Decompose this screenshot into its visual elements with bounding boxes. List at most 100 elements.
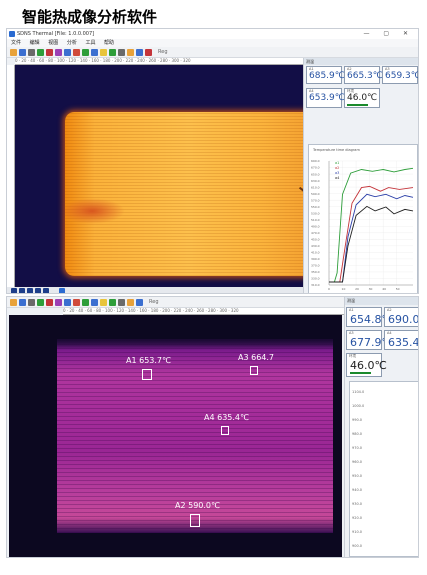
x-tick-label: 50: [396, 287, 400, 291]
play-icon[interactable]: [28, 298, 35, 306]
stop-icon[interactable]: [46, 298, 53, 306]
record-icon[interactable]: [37, 48, 44, 56]
measurement-panel: 测温 A1 654.8℃ A2 690.0℃ A3 677.9℃ A4 635.…: [344, 297, 419, 557]
reading-a3[interactable]: A3 677.9℃: [346, 330, 394, 350]
reg-label: Reg: [149, 299, 159, 305]
marker-a3[interactable]: [250, 366, 258, 375]
x-tick-label: 40: [382, 287, 386, 291]
y-tick-label: 530.0: [311, 211, 320, 215]
y-tick-label: 570.0: [311, 198, 320, 202]
settings-icon[interactable]: [118, 298, 125, 306]
prev-frame-icon[interactable]: [19, 288, 25, 293]
camera-icon[interactable]: [136, 48, 143, 56]
marker-a2[interactable]: [190, 514, 200, 527]
open-icon[interactable]: [10, 48, 17, 56]
point-tool-icon[interactable]: [64, 298, 71, 306]
settings-icon[interactable]: [118, 48, 125, 56]
export-icon[interactable]: [109, 48, 116, 56]
line-tool-icon[interactable]: [82, 48, 89, 56]
y-tick-label: 450.0: [311, 238, 320, 242]
reading-a1[interactable]: A1 654.8℃: [346, 307, 394, 327]
thermal-image-view[interactable]: [15, 65, 303, 287]
first-frame-icon[interactable]: [11, 288, 17, 293]
warm-spot: [65, 198, 125, 224]
area-tool-icon[interactable]: [73, 48, 80, 56]
axis-tick-label: 940.0: [352, 488, 363, 492]
menu-file[interactable]: 文件: [11, 40, 21, 46]
report-icon[interactable]: [100, 48, 107, 56]
reading-a3[interactable]: A3 659.3℃: [382, 66, 418, 84]
panel-header: 测温: [304, 58, 418, 65]
open-icon[interactable]: [10, 298, 17, 306]
point-tool-icon[interactable]: [64, 48, 71, 56]
marker-a4[interactable]: [221, 426, 229, 435]
menu-help[interactable]: 帮助: [104, 40, 114, 46]
x-tick-label: 30: [369, 287, 373, 291]
chart-icon[interactable]: [91, 48, 98, 56]
horizontal-ruler: 0 · 20 · 40 · 60 · 80 · 100 · 120 · 140 …: [63, 308, 344, 315]
reading-value: 635.4℃: [388, 336, 419, 349]
series-line-a2: [329, 185, 414, 283]
chart-svg: Temperature time diagram 690.0 670.0 650.0 6…: [311, 148, 414, 291]
loop-icon[interactable]: [59, 288, 65, 293]
reading-a2[interactable]: A2 690.0℃: [384, 307, 419, 327]
menu-analysis[interactable]: 分析: [67, 40, 77, 46]
reading-ambient[interactable]: 环境 46.0℃: [344, 88, 380, 108]
chart-icon[interactable]: [91, 298, 98, 306]
reading-ambient[interactable]: 环境 46.0℃: [346, 353, 387, 377]
zoom-icon[interactable]: [127, 48, 134, 56]
reading-a4[interactable]: A4 635.4℃: [384, 330, 419, 350]
reading-value: 665.3℃: [347, 71, 383, 81]
x-tick-label: 10: [342, 287, 346, 291]
play-icon[interactable]: [28, 48, 35, 56]
alarm-icon[interactable]: [145, 48, 152, 56]
report-icon[interactable]: [100, 298, 107, 306]
y-tick-label: 470.0: [311, 231, 320, 235]
stop-icon[interactable]: [46, 48, 53, 56]
axis-tick-label: 980.0: [352, 432, 363, 436]
axis-tick-label: 960.0: [352, 460, 363, 464]
next-frame-icon[interactable]: [35, 288, 41, 293]
vertical-ruler: [7, 65, 15, 287]
reading-a4[interactable]: A4 653.9℃: [306, 88, 345, 108]
reading-a2[interactable]: A2 665.3℃: [344, 66, 383, 84]
legend-entry: a2: [335, 166, 339, 170]
axis-tick-label: 900.0: [352, 544, 363, 548]
reading-value: 659.3℃: [385, 71, 419, 81]
thermal-image-view[interactable]: A1 653.7℃ A3 664.7 A4 635.4℃ A2 590.0℃: [9, 315, 342, 557]
axis-tick-label: 950.0: [352, 474, 363, 478]
marker-a1[interactable]: [142, 369, 152, 380]
heated-plate-region: [65, 112, 303, 276]
reading-label: A2: [387, 308, 392, 312]
menu-edit[interactable]: 编辑: [30, 40, 40, 46]
temperature-chart[interactable]: Temperature time diagram 690.0 670.0 650.0 6…: [308, 144, 418, 293]
camera-icon[interactable]: [136, 298, 143, 306]
axis-tick-label: 970.0: [352, 446, 363, 450]
band-edge: [57, 339, 333, 349]
palette-icon[interactable]: [55, 298, 62, 306]
save-icon[interactable]: [19, 298, 26, 306]
zoom-icon[interactable]: [127, 298, 134, 306]
menu-view[interactable]: 视图: [48, 40, 58, 46]
y-tick-label: 630.0: [311, 179, 320, 183]
title-bar: SDNS Thermal [File: 1.0.0.007] — ▢ ✕: [7, 29, 418, 39]
palette-icon[interactable]: [55, 48, 62, 56]
reading-label: A3: [349, 331, 354, 335]
window-controls[interactable]: — ▢ ✕: [363, 29, 414, 39]
x-tick-label: 20: [355, 287, 359, 291]
save-icon[interactable]: [19, 48, 26, 56]
area-tool-icon[interactable]: [73, 298, 80, 306]
play-button-icon[interactable]: [27, 288, 33, 293]
record-icon[interactable]: [37, 298, 44, 306]
legend-entry: a3: [335, 171, 339, 175]
reading-value: 690.0℃: [388, 313, 419, 326]
axis-tick-label: 920.0: [352, 516, 363, 520]
ambient-level-bar: [347, 104, 368, 106]
line-tool-icon[interactable]: [82, 298, 89, 306]
reading-a1[interactable]: A1 685.9℃: [306, 66, 345, 84]
y-tick-label: 510.0: [311, 218, 320, 222]
axis-tick-label: 930.0: [352, 502, 363, 506]
menu-tools[interactable]: 工具: [85, 40, 95, 46]
export-icon[interactable]: [109, 298, 116, 306]
last-frame-icon[interactable]: [43, 288, 49, 293]
